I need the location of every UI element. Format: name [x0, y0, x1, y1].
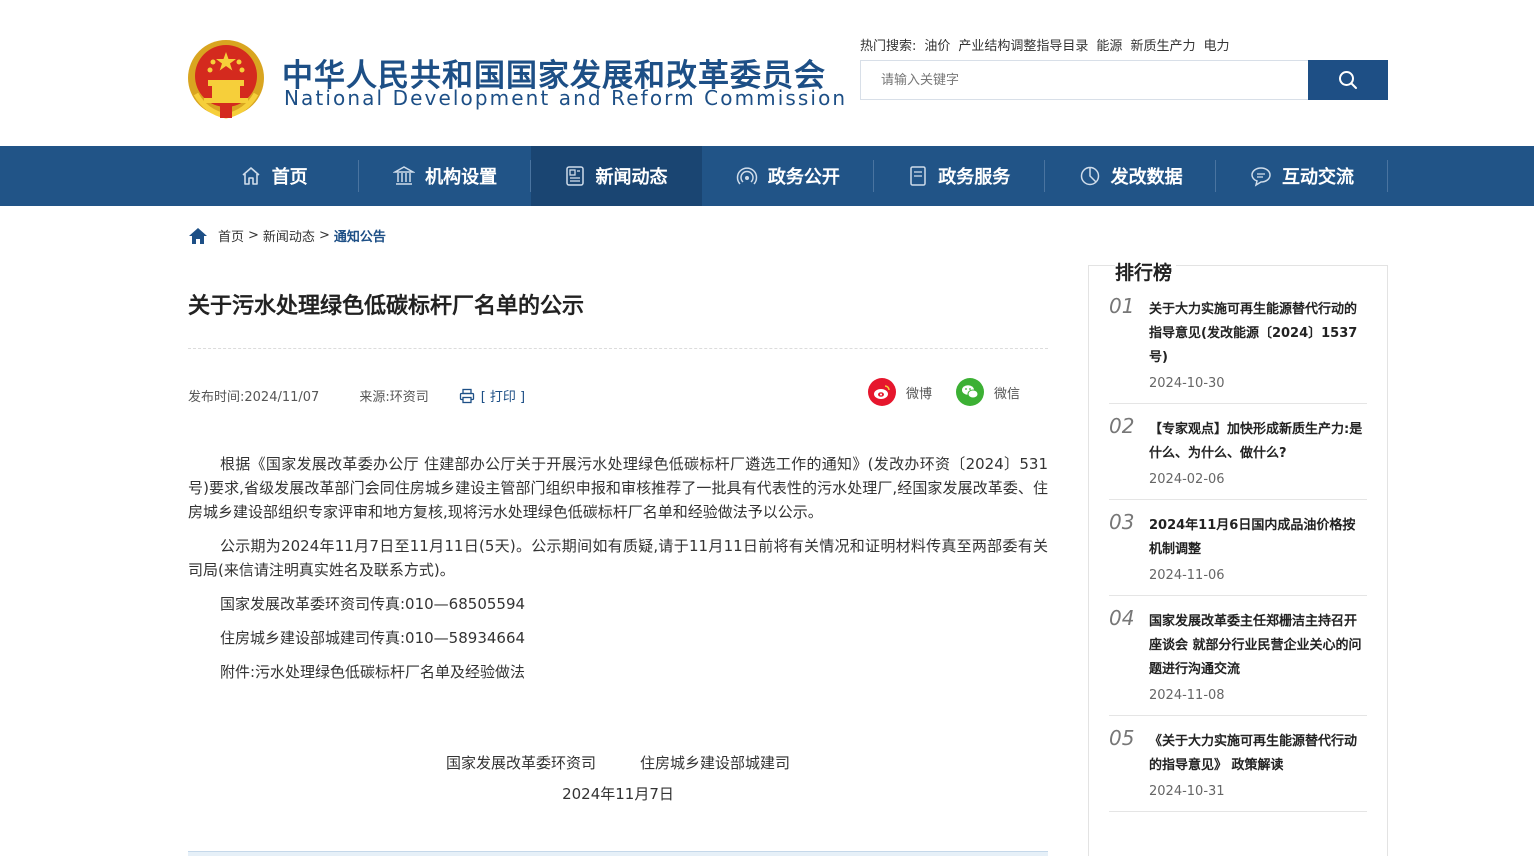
- hot-search-link[interactable]: 新质生产力: [1130, 35, 1195, 54]
- chat-icon: [1251, 167, 1271, 187]
- document-icon: [910, 166, 926, 186]
- ranking-link[interactable]: 关于大力实施可再生能源替代行动的指导意见(发改能源〔2024〕1537号): [1149, 298, 1367, 370]
- weibo-icon: [868, 378, 896, 406]
- ranking-list: 01 关于大力实施可再生能源替代行动的指导意见(发改能源〔2024〕1537号)…: [1109, 294, 1367, 826]
- hot-search: 热门搜索: 油价 产业结构调整指导目录 能源 新质生产力 电力: [860, 35, 1229, 54]
- fax-line-ndrc: 国家发展改革委环资司传真:010—68505594: [220, 595, 526, 613]
- breadcrumb-home[interactable]: 首页: [218, 226, 244, 245]
- ranking-date: 2024-11-08: [1149, 688, 1225, 703]
- hot-search-link[interactable]: 能源: [1096, 35, 1122, 54]
- wechat-icon: [956, 378, 985, 406]
- nav-item-interaction[interactable]: 互动交流: [1216, 146, 1388, 206]
- nav-item-government-services[interactable]: 政务服务: [874, 146, 1045, 206]
- attachment-panel: [188, 851, 1048, 856]
- nav-item-news[interactable]: 新闻动态: [530, 146, 703, 206]
- ranking-item[interactable]: 02 【专家观点】加快形成新质生产力:是什么、为什么、做什么? 2024-02-…: [1109, 414, 1367, 500]
- nav-label: 首页: [271, 167, 308, 188]
- nav-label: 互动交流: [1282, 167, 1355, 188]
- hot-search-link[interactable]: 产业结构调整指导目录: [958, 35, 1088, 54]
- ranking-link[interactable]: 《关于大力实施可再生能源替代行动的指导意见》 政策解读: [1149, 730, 1367, 778]
- home-icon: [242, 167, 260, 185]
- print-label: [ 打印 ]: [480, 390, 526, 405]
- search-button[interactable]: [1308, 60, 1388, 100]
- printer-icon: [459, 388, 474, 403]
- nav-item-government-affairs[interactable]: 政务公开: [702, 146, 874, 206]
- nav-label: 机构设置: [425, 167, 498, 188]
- ranking-number: 01: [1109, 294, 1135, 318]
- news-icon: [566, 166, 585, 186]
- search-box: [860, 60, 1388, 100]
- article-body: 根据《国家发展改革委办公厅 住建部办公厅关于开展污水处理绿色低碳标杆厂遴选工作的…: [188, 452, 1048, 694]
- share-bar: 微博 微信: [868, 378, 1020, 406]
- main-nav: 首页 机构设置 新闻动态 政务公开 政务服务 发改数据 互动交流: [0, 146, 1534, 206]
- breadcrumb-separator: >: [318, 228, 330, 243]
- hot-search-link[interactable]: 电力: [1203, 35, 1229, 54]
- publish-time: 发布时间:2024/11/07: [188, 390, 320, 405]
- article-title: 关于污水处理绿色低碳标杆厂名单的公示: [188, 294, 585, 319]
- national-emblem-icon[interactable]: [186, 38, 266, 120]
- article-paragraph: 公示期为2024年11月7日至11月11日(5天)。公示期间如有质疑,请于11月…: [188, 537, 1048, 579]
- ranking-item[interactable]: 01 关于大力实施可再生能源替代行动的指导意见(发改能源〔2024〕1537号)…: [1109, 294, 1367, 404]
- ranking-date: 2024-10-30: [1149, 376, 1225, 391]
- nav-item-home[interactable]: 首页: [188, 146, 360, 206]
- ranking-number: 03: [1109, 510, 1135, 534]
- broadcast-icon: [736, 167, 758, 185]
- share-wechat-button[interactable]: 微信: [956, 378, 1020, 406]
- share-weibo-label: 微博: [906, 386, 933, 402]
- article-paragraph: 根据《国家发展改革委办公厅 住建部办公厅关于开展污水处理绿色低碳标杆厂遴选工作的…: [188, 455, 1048, 521]
- ranking-item[interactable]: 04 国家发展改革委主任郑栅洁主持召开座谈会 就部分行业民营企业关心的问题进行沟…: [1109, 606, 1367, 716]
- search-input[interactable]: [860, 60, 1308, 100]
- signature-date: 2024年11月7日: [562, 785, 674, 803]
- signature-ndrc: 国家发展改革委环资司: [445, 754, 596, 772]
- attachment-line[interactable]: 附件:污水处理绿色低碳标杆厂名单及经验做法: [188, 660, 1048, 684]
- ranking-item[interactable]: 03 2024年11月6日国内成品油价格按机制调整 2024-11-06: [1109, 510, 1367, 596]
- nav-item-organization[interactable]: 机构设置: [359, 146, 531, 206]
- ranking-link[interactable]: 国家发展改革委主任郑栅洁主持召开座谈会 就部分行业民营企业关心的问题进行沟通交流: [1149, 610, 1367, 682]
- nav-label: 新闻动态: [595, 167, 668, 188]
- pie-chart-icon: [1080, 166, 1099, 186]
- nav-item-data[interactable]: 发改数据: [1045, 146, 1217, 206]
- fax-line-mohurd: 住房城乡建设部城建司传真:010—58934664: [220, 629, 526, 647]
- share-weibo-button[interactable]: 微博: [868, 378, 932, 406]
- hot-search-link[interactable]: 油价: [924, 35, 950, 54]
- ranking-link[interactable]: 【专家观点】加快形成新质生产力:是什么、为什么、做什么?: [1149, 418, 1367, 466]
- ranking-date: 2024-10-31: [1149, 784, 1225, 799]
- breadcrumb: 首页 > 新闻动态 > 通知公告: [188, 226, 386, 245]
- ranking-number: 05: [1109, 726, 1135, 750]
- ranking-panel: 排行榜 01 关于大力实施可再生能源替代行动的指导意见(发改能源〔2024〕15…: [1088, 258, 1388, 856]
- ranking-date: 2024-02-06: [1149, 472, 1225, 487]
- site-header: 中华人民共和国国家发展和改革委员会 National Development a…: [0, 0, 1534, 146]
- nav-label: 发改数据: [1110, 167, 1183, 188]
- nav-label: 政务公开: [767, 167, 840, 188]
- article-meta: 发布时间:2024/11/07 来源:环资司 [ 打印 ]: [188, 386, 525, 405]
- title-divider: [188, 348, 1048, 349]
- signature-mohurd: 住房城乡建设部城建司: [640, 754, 791, 772]
- ranking-link[interactable]: 2024年11月6日国内成品油价格按机制调整: [1149, 514, 1367, 562]
- signature-block: 国家发展改革委环资司 住房城乡建设部城建司 2024年11月7日: [188, 752, 1048, 804]
- share-wechat-label: 微信: [994, 386, 1021, 402]
- site-title-english[interactable]: National Development and Reform Commissi…: [284, 86, 847, 110]
- hot-search-label: 热门搜索:: [860, 39, 917, 54]
- nav-label: 政务服务: [938, 167, 1011, 188]
- print-button[interactable]: [ 打印 ]: [459, 386, 525, 405]
- nav-divider: [1386, 160, 1388, 192]
- ranking-number: 02: [1109, 414, 1135, 438]
- breadcrumb-news[interactable]: 新闻动态: [263, 226, 315, 245]
- ranking-title: 排行榜: [1115, 258, 1177, 285]
- ranking-item[interactable]: 05 《关于大力实施可再生能源替代行动的指导意见》 政策解读 2024-10-3…: [1109, 726, 1367, 812]
- building-icon: [393, 166, 416, 185]
- ranking-number: 04: [1109, 606, 1135, 630]
- home-icon: [189, 227, 207, 244]
- breadcrumb-separator: >: [248, 228, 259, 243]
- search-icon: [1339, 71, 1357, 89]
- ranking-date: 2024-11-06: [1149, 568, 1225, 583]
- breadcrumb-current[interactable]: 通知公告: [334, 226, 386, 245]
- article-source: 来源:环资司: [359, 390, 429, 405]
